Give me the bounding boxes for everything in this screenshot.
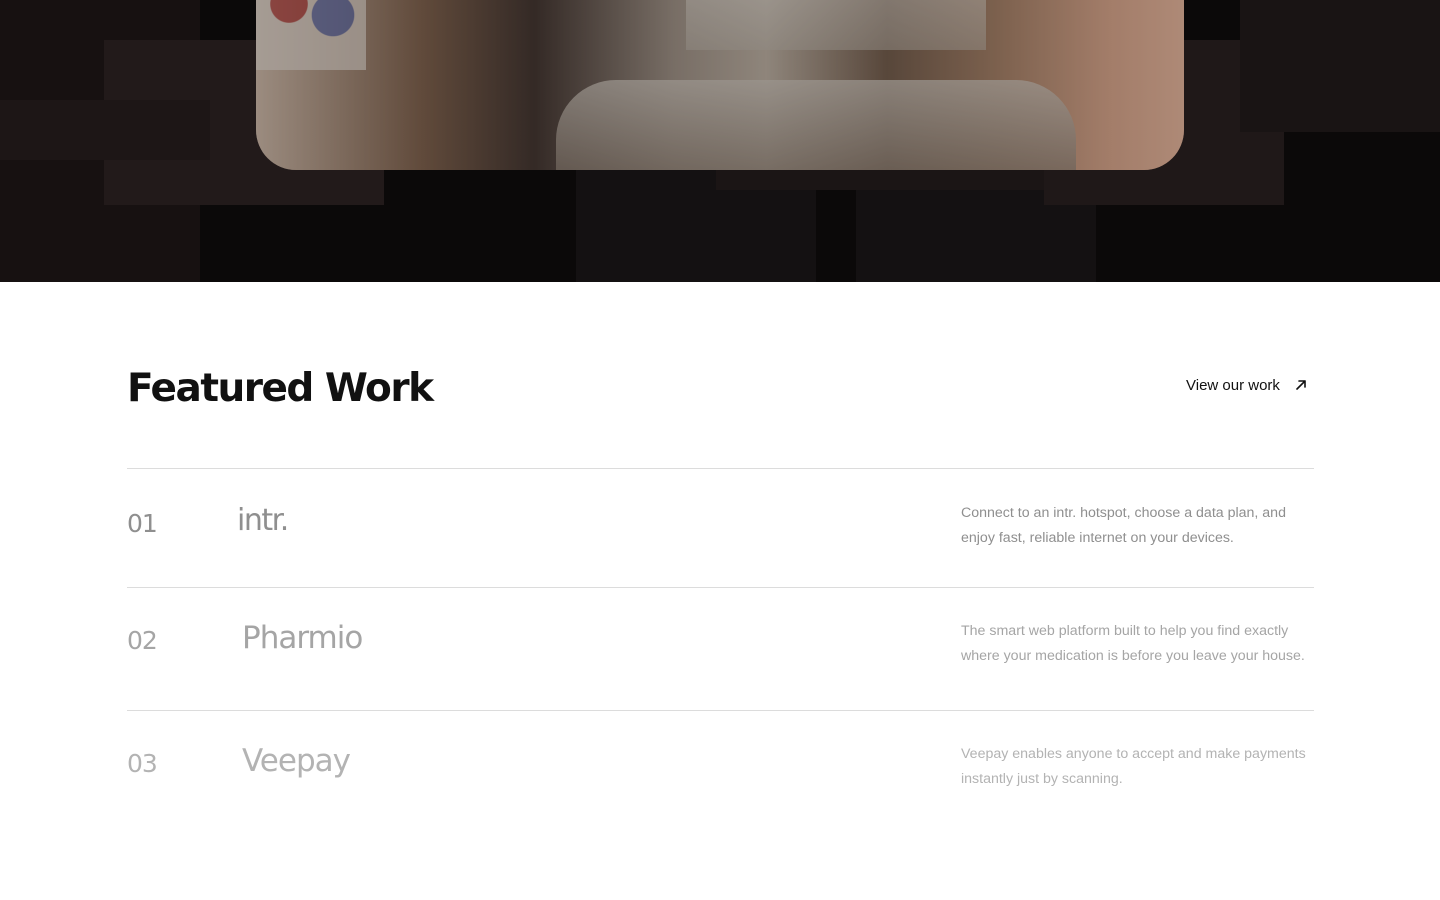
arrow-up-right-icon (1294, 378, 1308, 392)
project-description: Connect to an intr. hotspot, choose a da… (961, 505, 1286, 546)
project-number: 01 (127, 509, 158, 538)
project-name: intr. (237, 503, 289, 538)
project-number: 02 (127, 626, 158, 655)
project-name: Veepay (242, 743, 351, 779)
project-row[interactable]: 01 intr. Connect to an intr. hotspot, ch… (127, 468, 1314, 587)
project-row[interactable]: 02 Pharmio The smart web platform built … (127, 587, 1314, 710)
project-name: Pharmio (242, 620, 363, 656)
section-title: Featured Work (127, 366, 434, 411)
view-our-work-label: View our work (1186, 376, 1280, 394)
hero-photo (256, 0, 1184, 170)
hero-band (0, 0, 1440, 282)
project-row[interactable]: 03 Veepay Veepay enables anyone to accep… (127, 710, 1314, 830)
mosaic-tile (0, 100, 210, 160)
mosaic-tile (1240, 0, 1440, 132)
view-our-work-link[interactable]: View our work (1186, 375, 1308, 395)
project-description: The smart web platform built to help you… (961, 623, 1305, 664)
project-number: 03 (127, 749, 158, 778)
project-description: Veepay enables anyone to accept and make… (961, 746, 1306, 787)
